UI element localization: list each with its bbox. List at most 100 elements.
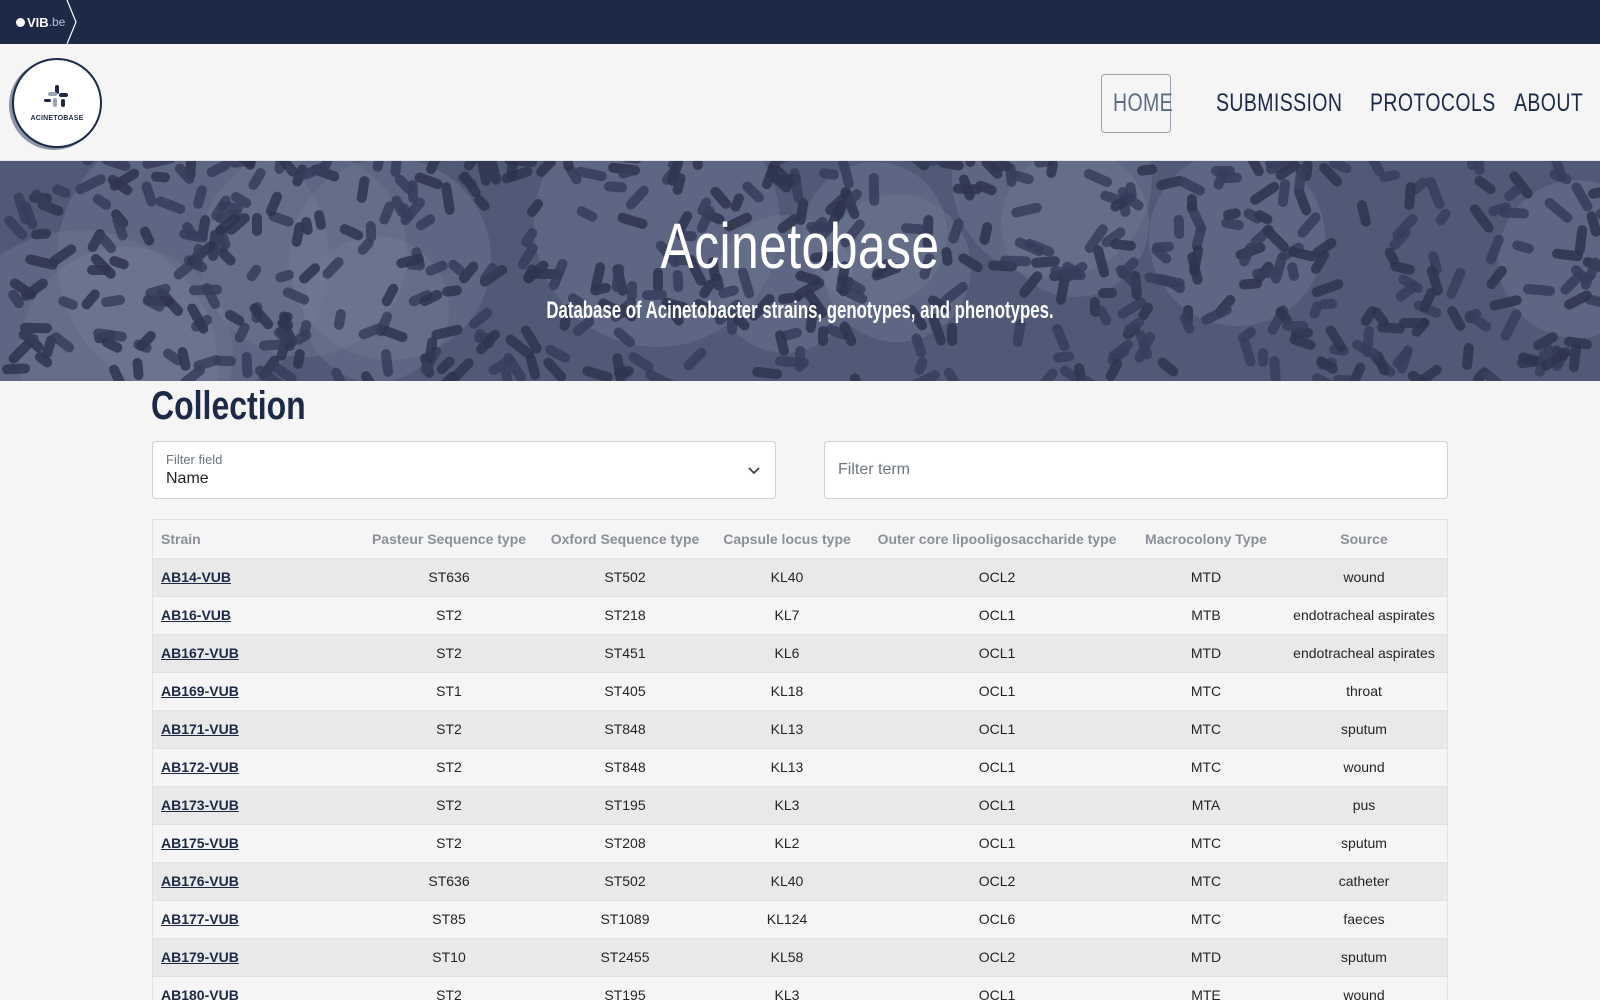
source-cell: faeces	[1279, 899, 1447, 938]
oxford-st-cell: ST1089	[537, 899, 713, 938]
table-row: AB16-VUB ST2 ST218 KL7 OCL1 MTB endotracheal a…	[153, 595, 1447, 634]
oxford-st-cell: ST405	[537, 671, 713, 710]
chevron-down-icon	[748, 467, 760, 475]
nav-submission[interactable]: SUBMISSION	[1216, 74, 1342, 132]
source-cell: sputum	[1279, 709, 1447, 748]
strain-cell: AB179-VUB	[153, 937, 361, 976]
filter-field-select[interactable]: Filter field Name	[152, 441, 776, 499]
strain-link[interactable]: AB167-VUB	[161, 645, 239, 661]
vib-logo[interactable]: VIB .be	[16, 10, 65, 34]
source-cell: catheter	[1279, 861, 1447, 900]
pasteur-st-cell: ST10	[361, 937, 537, 976]
header-capsule-locus[interactable]: Capsule locus type	[713, 520, 861, 559]
nav-protocols[interactable]: PROTOCOLS	[1370, 74, 1496, 132]
vib-logo-suffix: .be	[48, 15, 66, 29]
strain-link[interactable]: AB171-VUB	[161, 721, 239, 737]
pasteur-st-cell: ST2	[361, 823, 537, 862]
brand-text: ACINETOBASE	[30, 115, 84, 122]
macrocolony-cell: MTC	[1133, 709, 1279, 748]
vib-dot-icon	[16, 17, 25, 27]
hero-title: Acinetobase	[660, 210, 940, 282]
capsule-locus-cell: KL13	[713, 747, 861, 786]
strain-link[interactable]: AB177-VUB	[161, 911, 239, 927]
strain-link[interactable]: AB179-VUB	[161, 949, 239, 965]
filter-term-input[interactable]	[824, 441, 1448, 499]
outer-core-cell: OCL1	[861, 595, 1133, 634]
capsule-locus-cell: KL124	[713, 899, 861, 938]
table-row: AB177-VUB ST85 ST1089 KL124 OCL6 MTC faeces	[153, 899, 1447, 938]
pasteur-st-cell: ST2	[361, 709, 537, 748]
pasteur-st-cell: ST636	[361, 557, 537, 596]
pasteur-st-cell: ST636	[361, 861, 537, 900]
strain-link[interactable]: AB16-VUB	[161, 607, 231, 623]
header-strain[interactable]: Strain	[153, 520, 361, 559]
hero-subtitle: Database of Acinetobacter strains, genot…	[546, 297, 1054, 324]
strain-table: Strain Pasteur Sequence type Oxford Sequ…	[152, 519, 1448, 1000]
strain-cell: AB180-VUB	[153, 975, 361, 1000]
oxford-st-cell: ST451	[537, 633, 713, 672]
header-oxford-st[interactable]: Oxford Sequence type	[537, 520, 713, 559]
capsule-locus-cell: KL2	[713, 823, 861, 862]
table-row: AB176-VUB ST636 ST502 KL40 OCL2 MTC catheter	[153, 861, 1447, 900]
strain-cell: AB172-VUB	[153, 747, 361, 786]
header-outer-core[interactable]: Outer core lipooligosaccharide type	[861, 520, 1133, 559]
chevron-right-icon	[66, 0, 77, 44]
oxford-st-cell: ST2455	[537, 937, 713, 976]
outer-core-cell: OCL1	[861, 709, 1133, 748]
vib-logo-text: VIB	[27, 14, 49, 30]
top-bar: VIB .be	[0, 0, 1600, 44]
macrocolony-cell: MTC	[1133, 823, 1279, 862]
source-cell: throat	[1279, 671, 1447, 710]
outer-core-cell: OCL1	[861, 785, 1133, 824]
strain-cell: AB16-VUB	[153, 595, 361, 634]
capsule-locus-cell: KL18	[713, 671, 861, 710]
table-row: AB169-VUB ST1 ST405 KL18 OCL1 MTC throat	[153, 671, 1447, 710]
capsule-locus-cell: KL3	[713, 975, 861, 1000]
strain-cell: AB171-VUB	[153, 709, 361, 748]
capsule-locus-cell: KL40	[713, 557, 861, 596]
outer-core-cell: OCL2	[861, 557, 1133, 596]
pasteur-st-cell: ST85	[361, 899, 537, 938]
outer-core-cell: OCL1	[861, 633, 1133, 672]
collection-title: Collection	[151, 384, 306, 428]
macrocolony-cell: MTA	[1133, 785, 1279, 824]
macrocolony-cell: MTC	[1133, 671, 1279, 710]
strain-link[interactable]: AB169-VUB	[161, 683, 239, 699]
source-cell: sputum	[1279, 937, 1447, 976]
nav-about[interactable]: ABOUT	[1514, 74, 1583, 132]
outer-core-cell: OCL1	[861, 823, 1133, 862]
macrocolony-cell: MTD	[1133, 937, 1279, 976]
strain-cell: AB169-VUB	[153, 671, 361, 710]
table-row: AB173-VUB ST2 ST195 KL3 OCL1 MTA pus	[153, 785, 1447, 824]
strain-cell: AB175-VUB	[153, 823, 361, 862]
header-pasteur-st[interactable]: Pasteur Sequence type	[361, 520, 537, 559]
oxford-st-cell: ST848	[537, 709, 713, 748]
strain-link[interactable]: AB175-VUB	[161, 835, 239, 851]
outer-core-cell: OCL1	[861, 671, 1133, 710]
capsule-locus-cell: KL58	[713, 937, 861, 976]
table-row: AB175-VUB ST2 ST208 KL2 OCL1 MTC sputum	[153, 823, 1447, 862]
pasteur-st-cell: ST2	[361, 595, 537, 634]
source-cell: pus	[1279, 785, 1447, 824]
nav-home[interactable]: HOME	[1113, 74, 1173, 132]
strain-link[interactable]: AB173-VUB	[161, 797, 239, 813]
strain-link[interactable]: AB176-VUB	[161, 873, 239, 889]
pasteur-st-cell: ST2	[361, 975, 537, 1000]
strain-link[interactable]: AB172-VUB	[161, 759, 239, 775]
outer-core-cell: OCL2	[861, 937, 1133, 976]
navbar: ACINETOBASE HOME SUBMISSION PROTOCOLS AB…	[0, 44, 1600, 161]
strain-link[interactable]: AB14-VUB	[161, 569, 231, 585]
oxford-st-cell: ST195	[537, 975, 713, 1000]
table-row: AB167-VUB ST2 ST451 KL6 OCL1 MTD endotracheal …	[153, 633, 1447, 672]
capsule-locus-cell: KL40	[713, 861, 861, 900]
strain-link[interactable]: AB180-VUB	[161, 987, 239, 1000]
acinetobase-logo[interactable]: ACINETOBASE	[12, 58, 102, 148]
header-source[interactable]: Source	[1279, 520, 1447, 559]
header-macrocolony[interactable]: Macrocolony Type	[1133, 520, 1279, 559]
oxford-st-cell: ST208	[537, 823, 713, 862]
table-row: AB180-VUB ST2 ST195 KL3 OCL1 MTE wound	[153, 975, 1447, 1000]
outer-core-cell: OCL1	[861, 975, 1133, 1000]
strain-cell: AB176-VUB	[153, 861, 361, 900]
capsule-locus-cell: KL3	[713, 785, 861, 824]
table-row: AB172-VUB ST2 ST848 KL13 OCL1 MTC wound	[153, 747, 1447, 786]
